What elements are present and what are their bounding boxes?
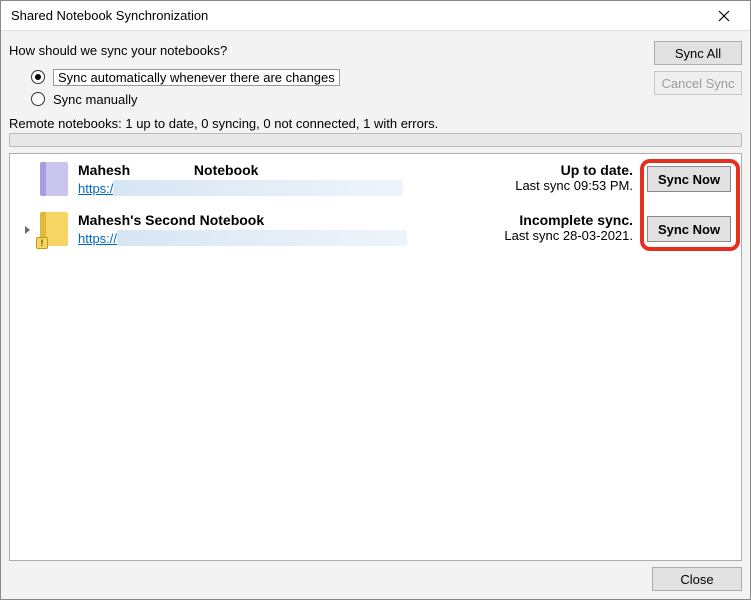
radio-sync-auto[interactable]: Sync automatically whenever there are ch… (31, 66, 646, 88)
close-button[interactable]: Close (652, 567, 742, 591)
expand-gutter (14, 162, 40, 176)
notebook-row[interactable]: Mahesh Notebook https:/ Up to date.Last sy… (14, 162, 737, 212)
sync-prompt: How should we sync your notebooks? (9, 43, 646, 58)
expand-gutter[interactable] (14, 212, 40, 234)
radio-sync-auto-label: Sync automatically whenever there are ch… (53, 69, 340, 86)
notebook-main: Mahesh Notebook https:/ (78, 162, 471, 196)
notebook-icon: ! (40, 212, 68, 246)
expand-caret-icon (25, 226, 30, 234)
status-text: Up to date. (471, 162, 633, 178)
notebook-title: Mahesh Notebook (78, 162, 471, 178)
radio-indicator-icon (31, 92, 45, 106)
notebook-link[interactable]: https:/ (78, 181, 113, 196)
warning-badge-icon: ! (36, 237, 48, 249)
sync-all-button[interactable]: Sync All (654, 41, 742, 65)
notebook-main: Mahesh's Second Notebook https:// (78, 212, 471, 246)
radio-sync-manual-label: Sync manually (53, 92, 138, 107)
notebook-link[interactable]: https:// (78, 231, 117, 246)
cancel-sync-button: Cancel Sync (654, 71, 742, 95)
dialog-body: How should we sync your notebooks? Sync … (1, 31, 750, 599)
notebook-icon (40, 162, 68, 196)
notebook-link-row: https:/ (78, 180, 471, 196)
status-text: Incomplete sync. (471, 212, 633, 228)
sync-now-cell: Sync Now (641, 162, 737, 192)
remote-status-text: Remote notebooks: 1 up to date, 0 syncin… (9, 116, 742, 131)
window-title: Shared Notebook Synchronization (11, 8, 702, 23)
sync-now-button[interactable]: Sync Now (647, 216, 731, 242)
notebook-title: Mahesh's Second Notebook (78, 212, 471, 228)
notebook-row[interactable]: ! Mahesh's Second Notebook https:// Incompl… (14, 212, 737, 262)
close-icon[interactable] (702, 2, 746, 30)
sync-now-button[interactable]: Sync Now (647, 166, 731, 192)
notebook-status: Up to date.Last sync 09:53 PM. (471, 162, 641, 193)
notebook-link-row: https:// (78, 230, 471, 246)
redacted-text (134, 164, 190, 178)
sync-now-cell: Sync Now (641, 212, 737, 242)
notebook-status: Incomplete sync.Last sync 28-03-2021. (471, 212, 641, 243)
redacted-link (113, 180, 403, 196)
redacted-link (117, 230, 407, 246)
last-sync-text: Last sync 09:53 PM. (471, 178, 633, 193)
radio-indicator-icon (31, 70, 45, 84)
last-sync-text: Last sync 28-03-2021. (471, 228, 633, 243)
titlebar: Shared Notebook Synchronization (1, 1, 750, 31)
progress-bar (9, 133, 742, 147)
radio-sync-manual[interactable]: Sync manually (31, 88, 646, 110)
notebook-list[interactable]: Mahesh Notebookhttps:/Up to date.Last sy… (9, 153, 742, 561)
dialog-window: Shared Notebook Synchronization How shou… (0, 0, 751, 600)
